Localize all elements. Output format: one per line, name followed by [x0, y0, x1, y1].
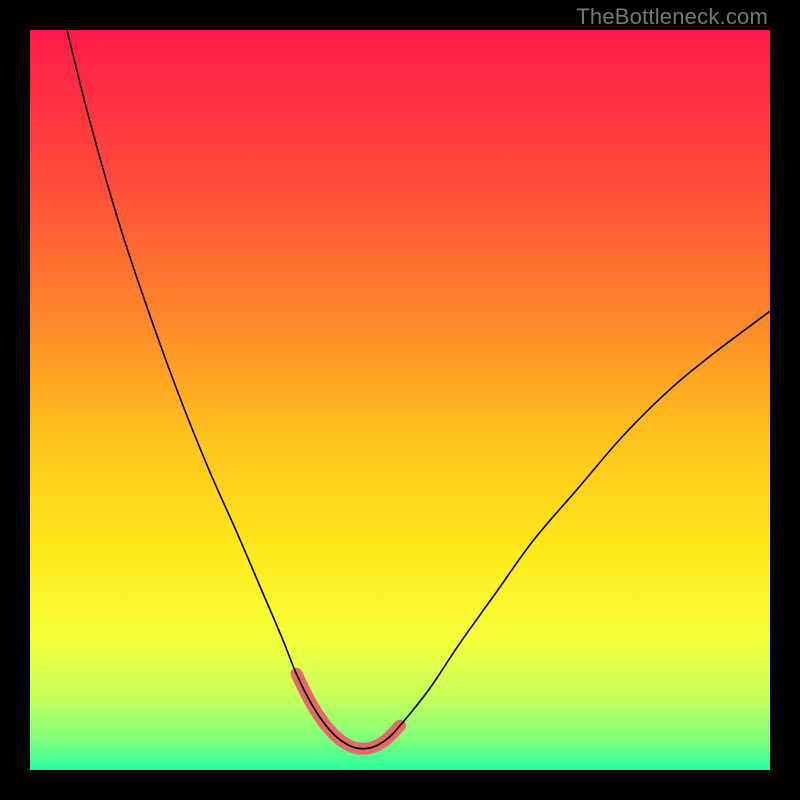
trough-highlight — [296, 674, 400, 749]
curve-layer — [30, 30, 770, 770]
chart-frame: TheBottleneck.com — [0, 0, 800, 800]
watermark-text: TheBottleneck.com — [576, 4, 768, 30]
bottleneck-curve — [67, 30, 770, 749]
plot-area — [30, 30, 770, 770]
